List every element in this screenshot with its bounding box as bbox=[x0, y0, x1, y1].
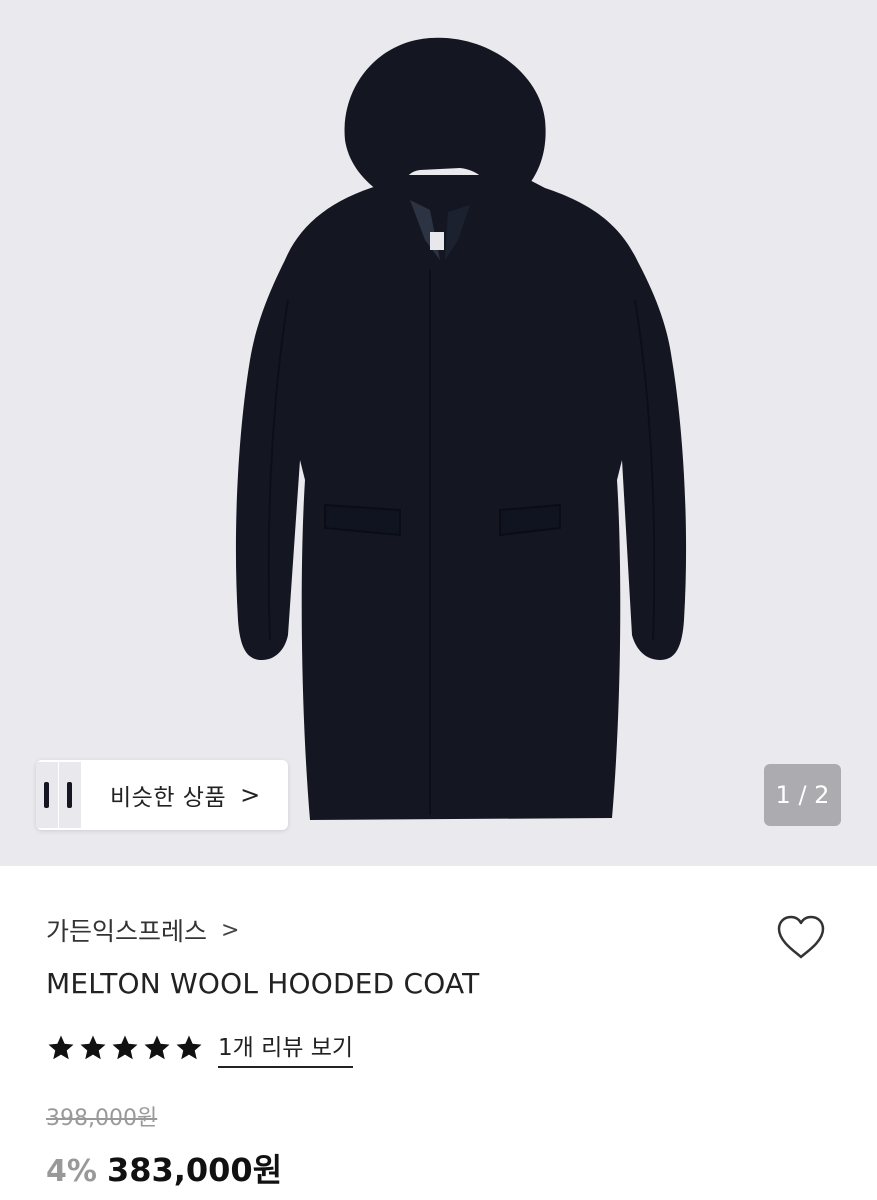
star-filled-icon bbox=[176, 1035, 202, 1060]
similar-products-button[interactable]: 비슷한 상품 > bbox=[36, 760, 288, 830]
similar-products-thumbnails bbox=[36, 760, 82, 830]
similar-products-label: 비슷한 상품 bbox=[110, 785, 227, 811]
wishlist-button[interactable] bbox=[773, 910, 829, 966]
price-row: 4% 383,000원 bbox=[46, 1145, 282, 1191]
page-indicator: 1 / 2 bbox=[764, 764, 841, 826]
star-filled-icon bbox=[80, 1035, 106, 1060]
thumbnail bbox=[36, 762, 59, 828]
chevron-right-icon: > bbox=[240, 781, 261, 809]
sale-price: 383,000원 bbox=[106, 1151, 283, 1189]
view-reviews-link[interactable]: 1개 리뷰 보기 bbox=[218, 1028, 354, 1068]
discount-rate: 4% bbox=[46, 1154, 97, 1189]
star-filled-icon bbox=[48, 1035, 74, 1060]
product-title: MELTON WOOL HOODED COAT bbox=[46, 967, 480, 1000]
heart-outline-icon bbox=[777, 915, 825, 959]
coat-image bbox=[235, 37, 687, 820]
star-filled-icon bbox=[144, 1035, 170, 1060]
rating-stars bbox=[46, 1033, 204, 1063]
thumbnail bbox=[59, 762, 82, 828]
chevron-right-icon: > bbox=[221, 917, 240, 943]
rating-row: 1개 리뷰 보기 bbox=[46, 1028, 354, 1068]
product-image-carousel[interactable]: 비슷한 상품 > 1 / 2 bbox=[0, 0, 877, 866]
brand-link[interactable]: 가든익스프레스 > bbox=[46, 912, 239, 948]
original-price: 398,000원 bbox=[46, 1106, 158, 1131]
star-filled-icon bbox=[112, 1035, 138, 1060]
brand-name: 가든익스프레스 bbox=[46, 917, 208, 946]
